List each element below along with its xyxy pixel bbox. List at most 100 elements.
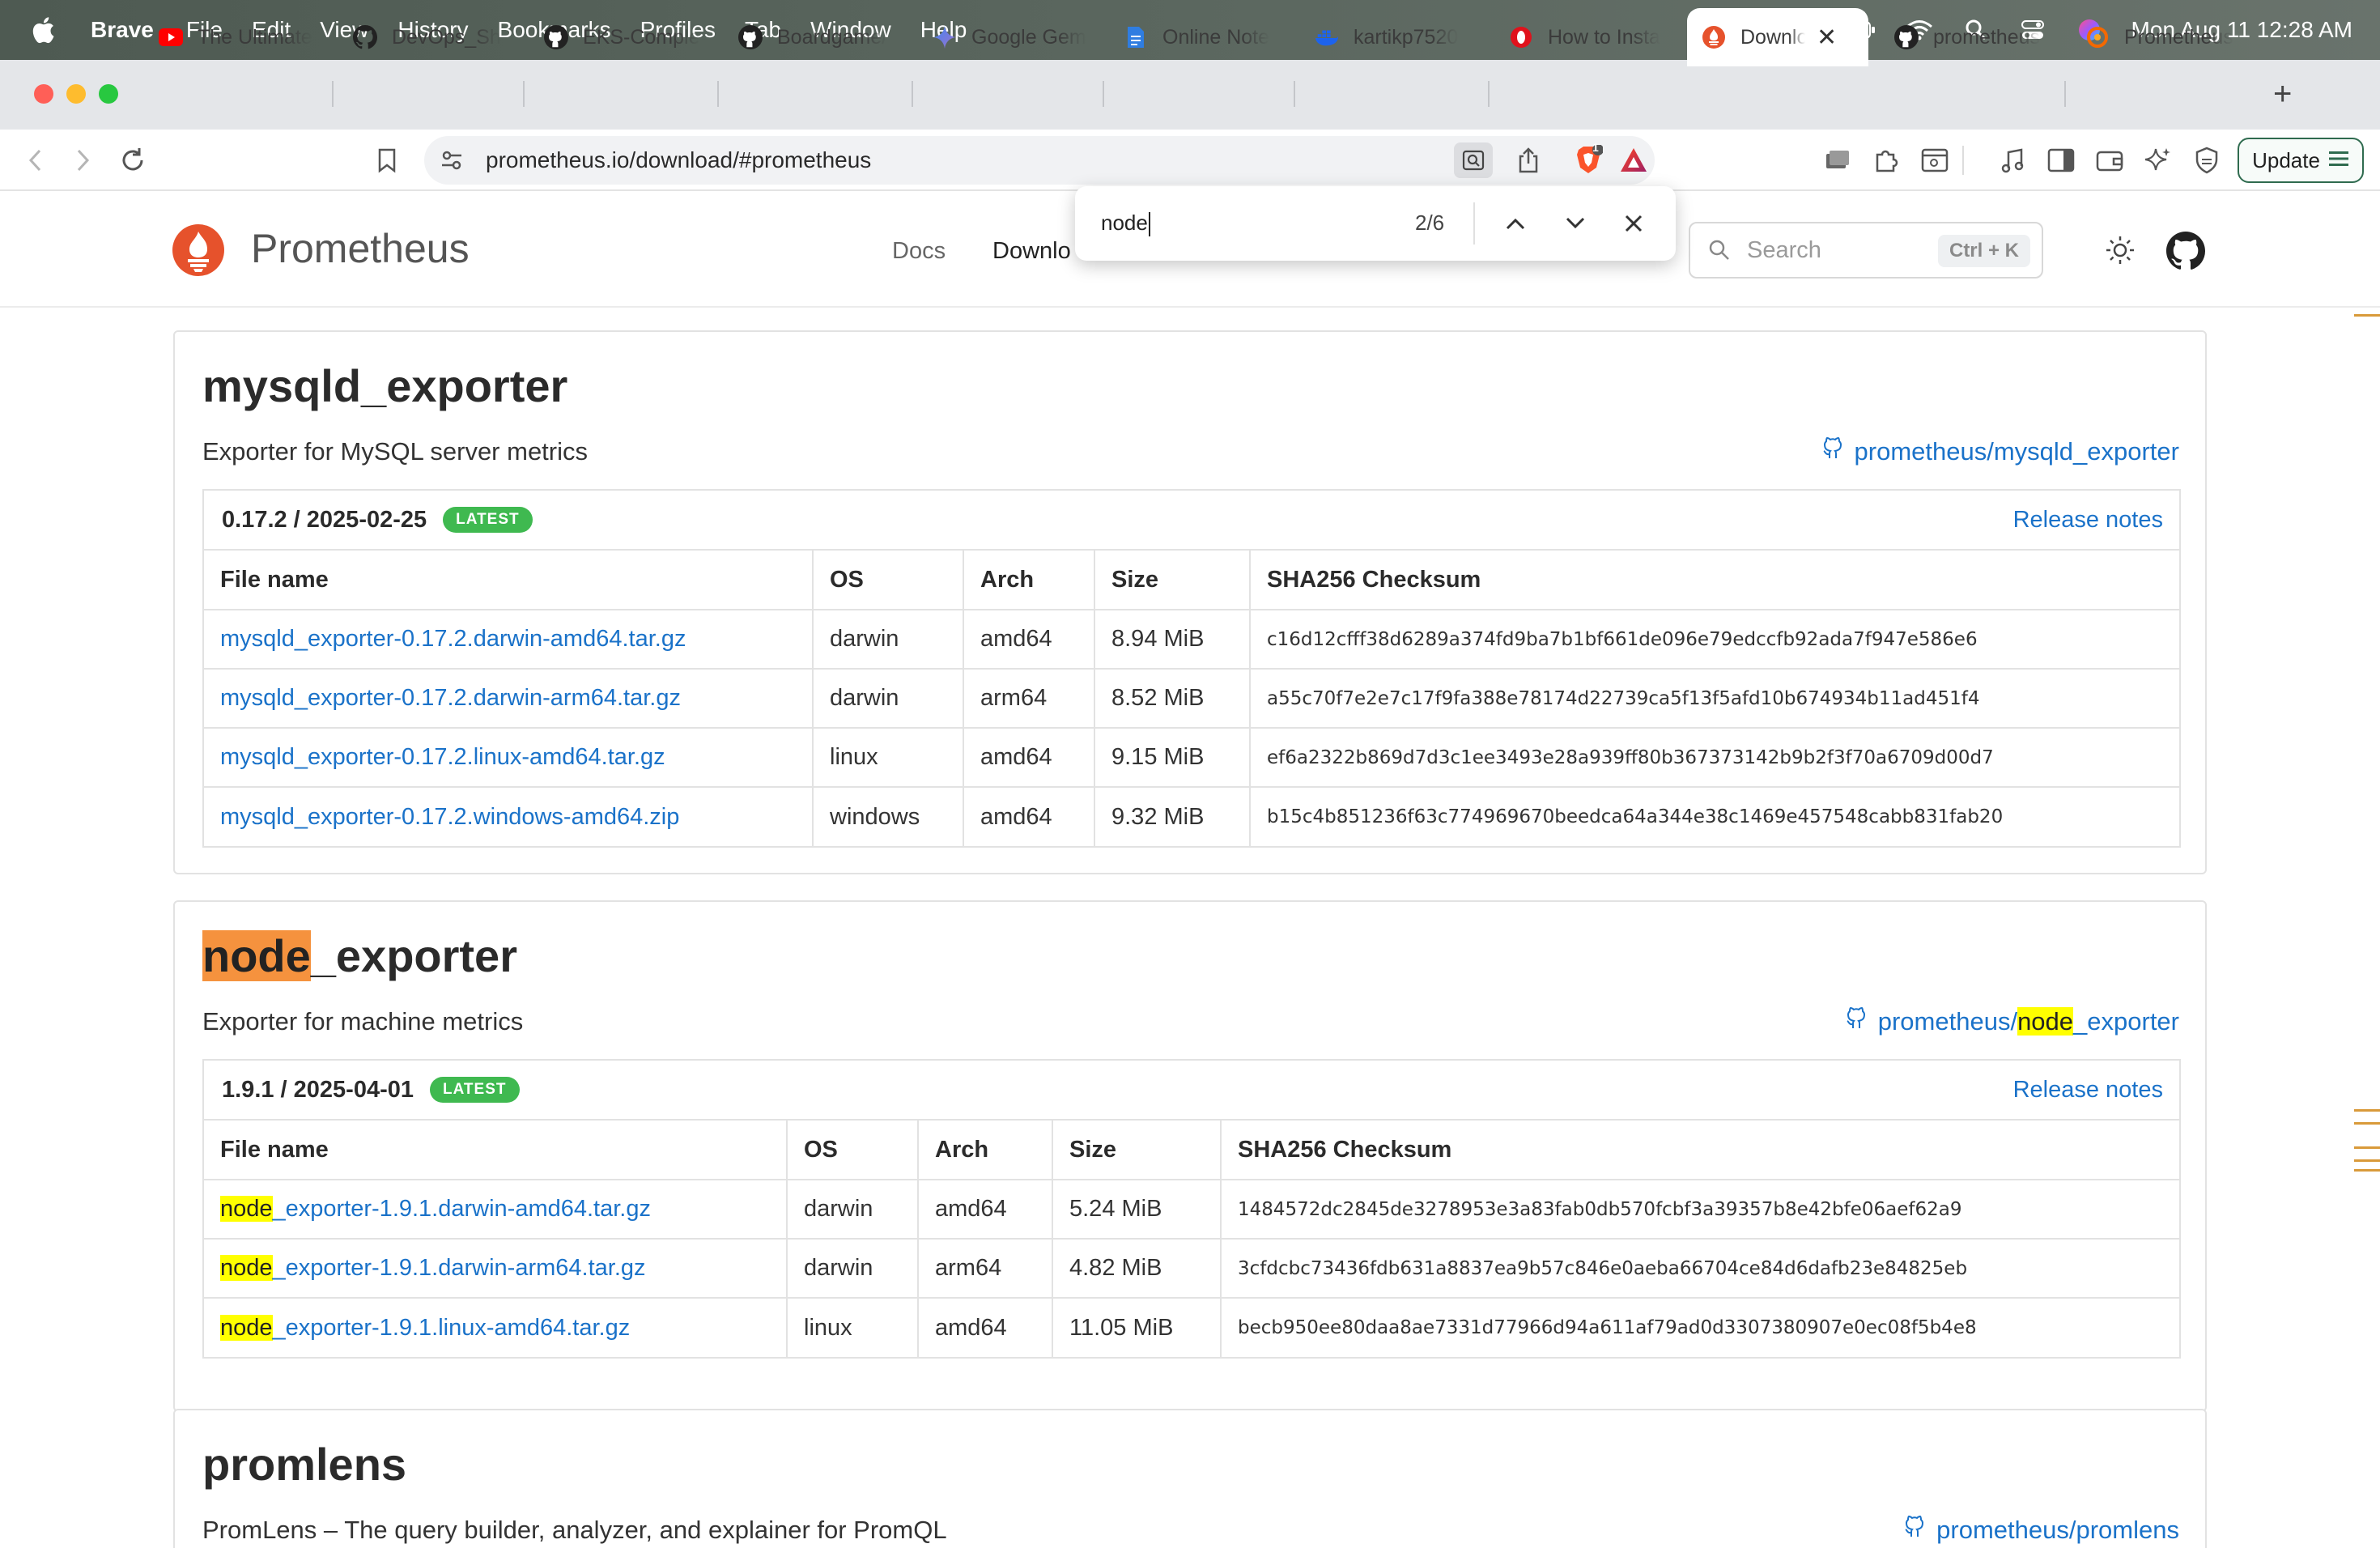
find-query-text: node <box>1101 211 1148 235</box>
col-arch: Arch <box>918 1121 1053 1180</box>
prometheus-logo-icon[interactable] <box>172 223 225 277</box>
table-row: node_exporter-1.9.1.linux-amd64.tar.gz l… <box>204 1297 2179 1357</box>
tab-github-boardgame[interactable]: Boardgame/ <box>738 8 895 66</box>
vpn-icon[interactable] <box>2191 144 2223 176</box>
download-link[interactable]: node_exporter-1.9.1.linux-amd64.tar.gz <box>204 1297 788 1357</box>
window-minimize-button[interactable] <box>66 84 86 104</box>
bookmark-icon[interactable] <box>371 144 403 176</box>
github-icon <box>738 25 763 49</box>
opera-icon <box>1509 25 1533 49</box>
download-link[interactable]: node_exporter-1.9.1.darwin-amd64.tar.gz <box>204 1179 788 1239</box>
tab-download-active[interactable]: Downlo ✕ <box>1687 8 1868 66</box>
file-name-rest: _exporter-1.9.1.darwin-arm64.tar.gz <box>272 1255 646 1281</box>
github-link-icon[interactable] <box>2166 232 2206 270</box>
back-icon[interactable] <box>19 144 52 176</box>
tab-separator <box>717 81 719 107</box>
repo-link-text: prometheus/promlens <box>1936 1516 2179 1544</box>
size-cell: 5.24 MiB <box>1052 1179 1222 1239</box>
package-mysqld-exporter: mysqld_exporter Exporter for MySQL serve… <box>173 330 2207 874</box>
reload-icon[interactable] <box>117 144 149 176</box>
release-notes-link[interactable]: Release notes <box>2013 1077 2163 1104</box>
address-bar[interactable]: prometheus.io/download/#prometheus 1 <box>424 136 1655 185</box>
tab-google-gemini[interactable]: Google Gem <box>933 8 1086 66</box>
theme-toggle-sun-icon[interactable] <box>2102 232 2139 269</box>
download-link[interactable]: node_exporter-1.9.1.darwin-arm64.tar.gz <box>204 1238 788 1298</box>
find-match-current: node <box>202 930 311 981</box>
brave-shields-count: 1 <box>1592 141 1599 154</box>
tab-online-notepad[interactable]: Online Note <box>1124 8 1277 66</box>
site-title[interactable]: Prometheus <box>251 225 470 272</box>
apple-menu-icon[interactable] <box>31 16 63 44</box>
nav-docs[interactable]: Docs <box>892 238 946 265</box>
checksum-cell: ef6a2322b869d7d3c1ee3493e28a939ff80b3673… <box>1250 727 2179 787</box>
download-link[interactable]: mysqld_exporter-0.17.2.darwin-arm64.tar.… <box>204 668 814 728</box>
tab-label: kartikp7520 <box>1354 25 1459 49</box>
site-settings-icon[interactable] <box>436 144 468 176</box>
os-cell: linux <box>787 1297 919 1357</box>
download-link[interactable]: mysqld_exporter-0.17.2.darwin-amd64.tar.… <box>204 609 814 669</box>
tab-how-to-install[interactable]: How to Insta <box>1509 8 1669 66</box>
package-description: Exporter for MySQL server metrics <box>202 437 589 466</box>
repo-link[interactable]: prometheus/promlens <box>1904 1515 2179 1545</box>
brave-rewards-icon[interactable] <box>1617 144 1650 176</box>
tab-github-prometheus[interactable]: prometheus <box>1894 8 2048 66</box>
tab-github-devops[interactable]: DevOps_Sh <box>353 8 507 66</box>
share-icon[interactable] <box>1512 144 1545 176</box>
window-zoom-button[interactable] <box>99 84 118 104</box>
find-in-page-bar: node 2/6 <box>1075 186 1676 261</box>
tab-separator <box>912 81 913 107</box>
tab-docker-hub[interactable]: kartikp7520 <box>1315 8 1472 66</box>
tab-youtube[interactable]: The Ultimate <box>159 8 316 66</box>
update-button[interactable]: Update <box>2238 138 2364 183</box>
toolbar-divider <box>1962 146 1964 175</box>
nav-download[interactable]: Downlo <box>992 238 1071 265</box>
url-text[interactable]: prometheus.io/download/#prometheus <box>486 147 871 173</box>
brave-shields-icon[interactable]: 1 <box>1572 141 1604 176</box>
download-link[interactable]: mysqld_exporter-0.17.2.windows-amd64.zip <box>204 786 814 846</box>
tab-strip <box>0 60 2380 130</box>
text-caret <box>1148 212 1150 237</box>
sidebar-icon[interactable] <box>2045 144 2077 176</box>
find-in-page-icon[interactable] <box>1454 142 1493 178</box>
file-name-rest: _exporter-1.9.1.darwin-amd64.tar.gz <box>272 1196 651 1222</box>
repo-link[interactable]: prometheus/node_exporter <box>1846 1006 2179 1036</box>
media-control-icon[interactable] <box>1996 144 2029 176</box>
reader-mode-icon[interactable] <box>1919 144 1951 176</box>
col-sha256: SHA256 Checksum <box>1238 1136 1452 1163</box>
arch-cell: amd64 <box>963 609 1095 669</box>
col-os: OS <box>787 1121 919 1180</box>
scroll-find-marker <box>2354 1109 2380 1112</box>
package-title: mysqld_exporter <box>202 360 568 411</box>
leo-ai-icon[interactable] <box>2142 144 2174 176</box>
tab-label: The Ultimate <box>198 25 312 49</box>
release-notes-link[interactable]: Release notes <box>2013 507 2163 534</box>
youtube-icon <box>159 25 183 49</box>
downloads-table: File name OS Arch Size SHA256 Checksum n… <box>204 1121 2179 1357</box>
forward-icon[interactable] <box>66 144 99 176</box>
find-next-chevron-down-icon[interactable] <box>1559 207 1592 240</box>
wallet-icon[interactable] <box>2093 144 2126 176</box>
extensions-icon[interactable] <box>1870 144 1902 176</box>
find-close-icon[interactable] <box>1617 207 1650 240</box>
repo-link[interactable]: prometheus/mysqld_exporter <box>1822 436 2179 466</box>
close-tab-icon[interactable]: ✕ <box>1817 23 1837 52</box>
find-previous-chevron-up-icon[interactable] <box>1499 207 1532 240</box>
release-version: 0.17.2 / 2025-02-25 <box>222 506 427 533</box>
tab-label: Downlo <box>1740 25 1805 49</box>
tab-label: EKS-Comple <box>583 25 700 49</box>
site-search-box[interactable]: Search Ctrl + K <box>1689 222 2043 279</box>
window-close-button[interactable] <box>34 84 53 104</box>
download-link[interactable]: mysqld_exporter-0.17.2.linux-amd64.tar.g… <box>204 727 814 787</box>
tab-github-eks[interactable]: EKS-Comple <box>544 8 701 66</box>
github-icon <box>1822 436 1843 466</box>
tab-prometheus-grafana[interactable]: Prometheus <box>2085 8 2244 66</box>
arch-cell: amd64 <box>918 1297 1053 1357</box>
tab-label: Boardgame/ <box>777 25 888 49</box>
tab-separator <box>1103 81 1104 107</box>
new-tab-button[interactable]: + <box>2273 76 2292 113</box>
github-icon <box>1846 1006 1867 1036</box>
menu-app-name[interactable]: Brave <box>91 17 154 43</box>
tab-search-icon[interactable] <box>1821 144 1854 176</box>
scroll-find-marker <box>2354 1146 2380 1149</box>
find-input[interactable]: node <box>1101 211 1150 237</box>
